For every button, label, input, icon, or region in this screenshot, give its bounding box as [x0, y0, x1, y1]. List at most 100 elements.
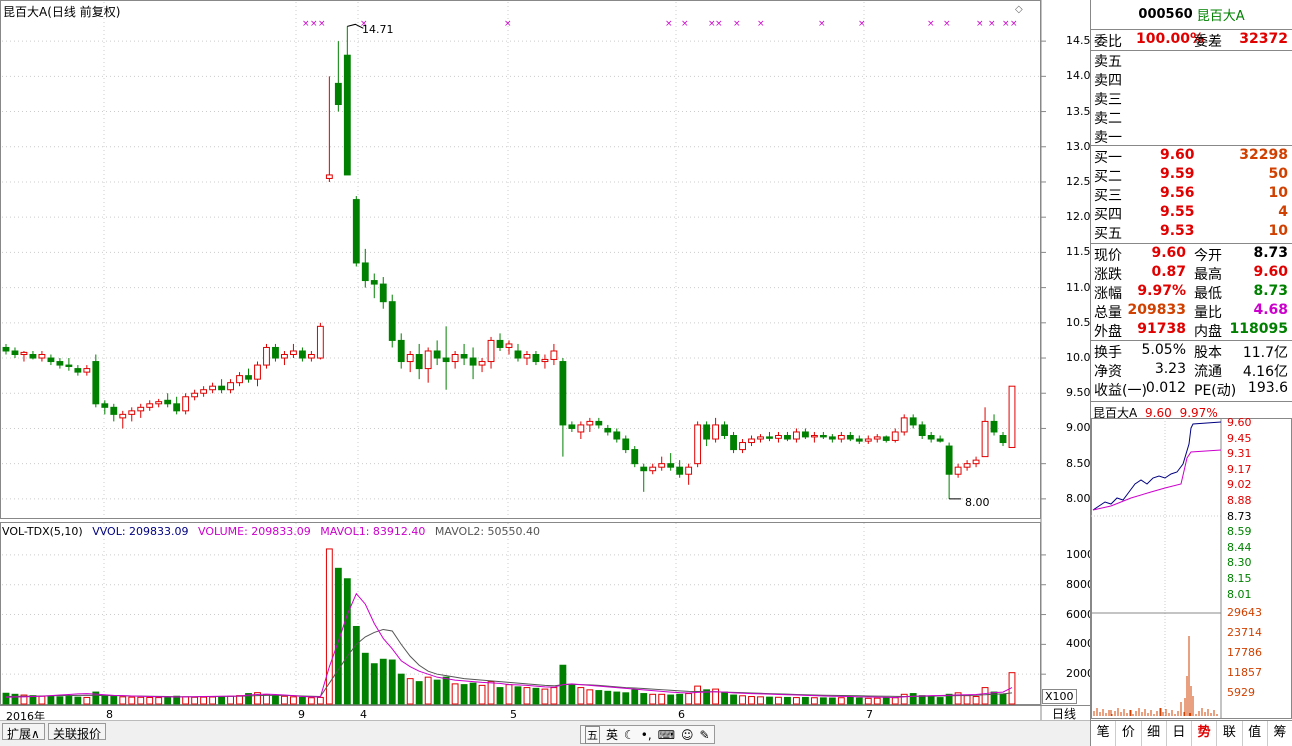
candle[interactable]: [101, 400, 109, 415]
candle[interactable]: [658, 456, 666, 471]
right-tab[interactable]: 日: [1167, 721, 1192, 746]
candle[interactable]: [523, 350, 531, 366]
candle[interactable]: [595, 417, 603, 429]
candle[interactable]: [999, 431, 1007, 447]
candle[interactable]: [92, 354, 100, 408]
candle[interactable]: [290, 343, 297, 359]
candle[interactable]: [56, 358, 64, 369]
candle[interactable]: [119, 410, 127, 429]
candle[interactable]: [721, 421, 728, 440]
wubi-button[interactable]: 五: [585, 725, 600, 744]
dot-icon[interactable]: •,: [641, 728, 652, 742]
candle[interactable]: [757, 434, 764, 443]
candle[interactable]: [334, 41, 342, 112]
event-marker[interactable]: ×: [681, 19, 689, 29]
candle[interactable]: [981, 407, 989, 458]
people-icon[interactable]: ☺: [681, 728, 694, 742]
candle[interactable]: [227, 379, 234, 394]
candle[interactable]: [784, 431, 791, 442]
candle[interactable]: [936, 435, 944, 443]
candle[interactable]: [47, 354, 55, 366]
candle[interactable]: [200, 386, 208, 397]
candle[interactable]: [918, 421, 926, 440]
event-marker[interactable]: ×: [818, 19, 826, 29]
candle[interactable]: [864, 435, 872, 444]
right-tab[interactable]: 细: [1142, 721, 1167, 746]
candle[interactable]: [388, 294, 396, 348]
candle[interactable]: [819, 431, 827, 440]
candle[interactable]: [649, 463, 657, 475]
candle[interactable]: [307, 350, 315, 362]
candle[interactable]: [451, 350, 459, 369]
event-marker[interactable]: ×: [1002, 19, 1010, 29]
event-marker[interactable]: ×: [318, 19, 326, 29]
candle[interactable]: [316, 322, 324, 360]
english-button[interactable]: 英: [606, 726, 618, 743]
buy-row[interactable]: 买五 9.53 10: [1094, 223, 1290, 242]
right-tab[interactable]: 势: [1192, 721, 1218, 746]
event-marker[interactable]: ×: [943, 19, 951, 29]
candle[interactable]: [882, 435, 890, 443]
candle[interactable]: [568, 421, 576, 432]
candle[interactable]: [532, 350, 540, 366]
candle[interactable]: [945, 442, 953, 499]
sell-row[interactable]: 卖一: [1094, 127, 1290, 146]
candle[interactable]: [245, 368, 252, 383]
event-marker[interactable]: ×: [858, 19, 866, 29]
candle[interactable]: [963, 460, 971, 471]
candle[interactable]: [793, 428, 800, 443]
candle[interactable]: [236, 372, 243, 387]
candle[interactable]: [909, 414, 917, 429]
candle[interactable]: [496, 333, 504, 351]
candle[interactable]: [11, 347, 19, 359]
candle[interactable]: [65, 358, 73, 371]
candle[interactable]: [748, 435, 755, 447]
buy-row[interactable]: 买三 9.56 10: [1094, 185, 1290, 204]
event-marker[interactable]: ×: [665, 19, 673, 29]
candle[interactable]: [397, 333, 405, 369]
candle[interactable]: [990, 414, 998, 436]
candle[interactable]: [766, 431, 773, 442]
candle[interactable]: [218, 379, 225, 394]
candle[interactable]: [182, 393, 190, 415]
candle[interactable]: [460, 343, 468, 366]
buy-row[interactable]: 买二 9.59 50: [1094, 166, 1290, 185]
event-marker[interactable]: ×: [988, 19, 996, 29]
candle[interactable]: [74, 365, 82, 376]
event-marker[interactable]: ×: [927, 19, 935, 29]
candle[interactable]: [146, 400, 154, 411]
candle[interactable]: [254, 361, 261, 387]
buy-row[interactable]: 买四 9.55 4: [1094, 204, 1290, 223]
candle[interactable]: [164, 393, 172, 408]
candle[interactable]: [703, 421, 711, 447]
event-marker[interactable]: ×: [976, 19, 984, 29]
wrench-icon[interactable]: ✎: [700, 728, 710, 742]
candle[interactable]: [442, 326, 450, 390]
candle[interactable]: [972, 456, 980, 468]
candle[interactable]: [775, 431, 782, 443]
candle[interactable]: [128, 407, 136, 422]
candle[interactable]: [676, 460, 684, 478]
right-tab[interactable]: 笔: [1091, 721, 1117, 746]
sell-row[interactable]: 卖三: [1094, 89, 1290, 108]
candle[interactable]: [694, 421, 702, 468]
candle[interactable]: [155, 398, 163, 408]
candle[interactable]: [38, 350, 46, 362]
right-tab[interactable]: 联: [1217, 721, 1243, 746]
tab-related-quotes[interactable]: 关联报价: [48, 723, 107, 741]
candle[interactable]: [433, 340, 441, 366]
kline-chart[interactable]: × × × × × × × × × × × × × × × × × × ×: [0, 0, 1090, 720]
candle[interactable]: [137, 403, 145, 418]
candle[interactable]: [810, 431, 818, 443]
candle[interactable]: [828, 434, 836, 443]
candle[interactable]: [640, 463, 648, 492]
event-marker[interactable]: ×: [715, 19, 723, 29]
event-marker[interactable]: ×: [1010, 19, 1018, 29]
candle[interactable]: [837, 431, 845, 443]
candle[interactable]: [577, 421, 585, 440]
candle[interactable]: [631, 446, 639, 468]
right-tab[interactable]: 筹: [1268, 721, 1292, 746]
candle[interactable]: [846, 431, 854, 442]
event-marker[interactable]: ×: [302, 19, 310, 29]
candle[interactable]: [541, 354, 549, 369]
